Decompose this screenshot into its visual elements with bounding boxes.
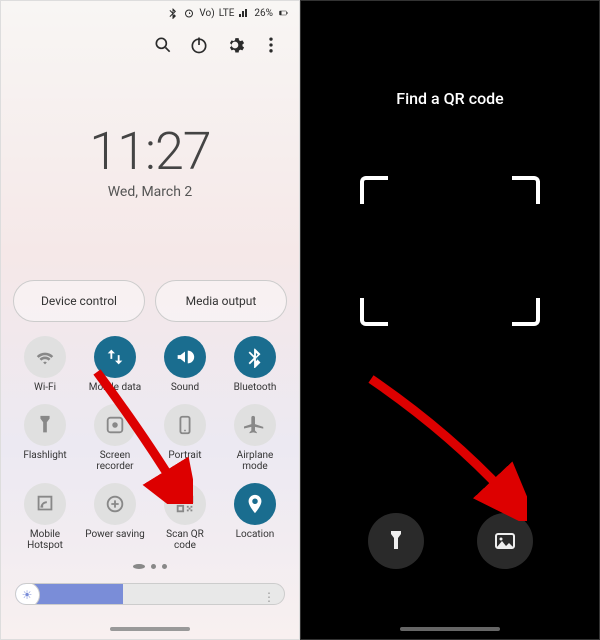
battery-text: 26% xyxy=(254,8,273,19)
qr-icon xyxy=(164,483,206,525)
brightness-slider[interactable]: ☀ ⋮ xyxy=(15,583,285,605)
airplane-icon xyxy=(234,404,276,446)
location-icon xyxy=(234,483,276,525)
tile-label: Screen recorder xyxy=(85,450,145,473)
gear-icon[interactable] xyxy=(225,35,245,55)
scanner-gallery-button[interactable] xyxy=(477,513,533,569)
date-text: Wed, March 2 xyxy=(1,184,299,200)
tile-bluetooth[interactable]: Bluetooth xyxy=(223,336,287,394)
bluetooth-icon xyxy=(234,336,276,378)
nav-handle[interactable] xyxy=(110,627,190,631)
carrier1-text: Vo) xyxy=(199,8,214,19)
device-control-button[interactable]: Device control xyxy=(13,280,145,322)
power-icon[interactable] xyxy=(189,35,209,55)
search-icon[interactable] xyxy=(153,35,173,55)
arrows-icon xyxy=(94,336,136,378)
tile-label: Power saving xyxy=(85,529,145,541)
tile-label: Bluetooth xyxy=(234,382,277,394)
powersave-icon xyxy=(94,483,136,525)
record-icon xyxy=(94,404,136,446)
portrait-icon xyxy=(164,404,206,446)
tile-label: Airplane mode xyxy=(225,450,285,473)
tile-mobile-data[interactable]: Mobile data xyxy=(83,336,147,394)
tile-label: Mobile data xyxy=(89,382,142,394)
wifi-icon xyxy=(24,336,66,378)
scanner-title: Find a QR code xyxy=(301,89,599,108)
annotation-arrow-right xyxy=(357,371,527,521)
page-indicator xyxy=(1,564,299,569)
tile-label: Scan QR code xyxy=(155,529,215,552)
tile-screen-recorder[interactable]: Screen recorder xyxy=(83,404,147,473)
carrier2-text: LTE xyxy=(219,8,235,19)
tile-location[interactable]: Location xyxy=(223,483,287,552)
tile-label: Location xyxy=(236,529,275,541)
clock-block: 11:27 Wed, March 2 xyxy=(1,121,299,200)
hotspot-icon xyxy=(24,483,66,525)
time-text: 11:27 xyxy=(1,121,299,182)
tile-flashlight[interactable]: Flashlight xyxy=(13,404,77,473)
signal-status-icon xyxy=(238,7,250,19)
nav-handle[interactable] xyxy=(400,627,500,631)
tile-power-saving[interactable]: Power saving xyxy=(83,483,147,552)
tile-label: Flashlight xyxy=(23,450,66,462)
more-vert-icon[interactable] xyxy=(261,35,281,55)
tile-hotspot[interactable]: Mobile Hotspot xyxy=(13,483,77,552)
bluetooth-status-icon xyxy=(167,7,179,19)
tile-airplane[interactable]: Airplane mode xyxy=(223,404,287,473)
sound-icon xyxy=(164,336,206,378)
battery-status-icon xyxy=(277,7,289,19)
status-bar: Vo) LTE 26% xyxy=(1,1,299,25)
notification-panel-screenshot: Vo) LTE 26% 11:27 Wed, March 2 Device co… xyxy=(0,0,300,640)
brightness-sun-icon[interactable]: ☀ xyxy=(15,583,40,605)
panel-toolbar xyxy=(1,25,299,59)
brightness-more-icon[interactable]: ⋮ xyxy=(263,590,276,604)
tile-wifi[interactable]: Wi-Fi xyxy=(13,336,77,394)
qr-scanner-screenshot: Find a QR code xyxy=(300,0,600,640)
tile-scan-qr[interactable]: Scan QR code xyxy=(153,483,217,552)
tile-label: Sound xyxy=(171,382,199,394)
tile-sound[interactable]: Sound xyxy=(153,336,217,394)
media-output-button[interactable]: Media output xyxy=(155,280,287,322)
flash-icon xyxy=(24,404,66,446)
tile-label: Portrait xyxy=(168,450,201,462)
tile-label: Wi-Fi xyxy=(34,382,56,394)
tile-label: Mobile Hotspot xyxy=(15,529,75,552)
qr-viewfinder xyxy=(360,176,540,326)
tile-portrait[interactable]: Portrait xyxy=(153,404,217,473)
scanner-flashlight-button[interactable] xyxy=(368,513,424,569)
alarm-status-icon xyxy=(183,7,195,19)
quick-tiles-grid: Wi-Fi Mobile data Sound Bluetooth Flashlight… xyxy=(1,322,299,552)
